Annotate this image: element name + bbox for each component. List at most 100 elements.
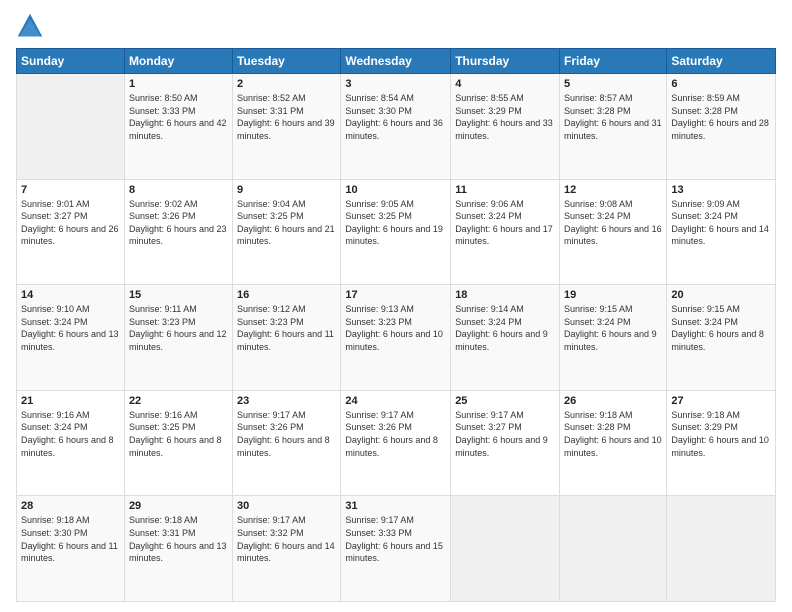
day-info: Sunrise: 9:17 AMSunset: 3:32 PMDaylight:… (237, 514, 336, 564)
week-row-3: 14 Sunrise: 9:10 AMSunset: 3:24 PMDaylig… (17, 285, 776, 391)
day-info: Sunrise: 9:17 AMSunset: 3:26 PMDaylight:… (237, 409, 336, 459)
calendar-header-row: SundayMondayTuesdayWednesdayThursdayFrid… (17, 49, 776, 74)
day-cell: 1 Sunrise: 8:50 AMSunset: 3:33 PMDayligh… (124, 74, 232, 180)
week-row-1: 1 Sunrise: 8:50 AMSunset: 3:33 PMDayligh… (17, 74, 776, 180)
header-tuesday: Tuesday (233, 49, 341, 74)
day-info: Sunrise: 9:18 AMSunset: 3:29 PMDaylight:… (671, 409, 771, 459)
day-number: 30 (237, 500, 336, 512)
day-number: 20 (671, 289, 771, 301)
day-info: Sunrise: 9:11 AMSunset: 3:23 PMDaylight:… (129, 303, 228, 353)
day-number: 7 (21, 184, 120, 196)
day-info: Sunrise: 9:18 AMSunset: 3:28 PMDaylight:… (564, 409, 662, 459)
day-cell: 9 Sunrise: 9:04 AMSunset: 3:25 PMDayligh… (233, 179, 341, 285)
day-cell: 31 Sunrise: 9:17 AMSunset: 3:33 PMDaylig… (341, 496, 451, 602)
day-cell (451, 496, 560, 602)
header (16, 12, 776, 40)
day-cell: 20 Sunrise: 9:15 AMSunset: 3:24 PMDaylig… (667, 285, 776, 391)
day-info: Sunrise: 9:16 AMSunset: 3:24 PMDaylight:… (21, 409, 120, 459)
day-number: 31 (345, 500, 446, 512)
day-number: 17 (345, 289, 446, 301)
header-friday: Friday (560, 49, 667, 74)
day-info: Sunrise: 8:50 AMSunset: 3:33 PMDaylight:… (129, 92, 228, 142)
day-number: 5 (564, 78, 662, 90)
day-number: 11 (455, 184, 555, 196)
day-number: 14 (21, 289, 120, 301)
day-info: Sunrise: 9:18 AMSunset: 3:30 PMDaylight:… (21, 514, 120, 564)
week-row-2: 7 Sunrise: 9:01 AMSunset: 3:27 PMDayligh… (17, 179, 776, 285)
day-number: 2 (237, 78, 336, 90)
day-info: Sunrise: 8:54 AMSunset: 3:30 PMDaylight:… (345, 92, 446, 142)
day-number: 18 (455, 289, 555, 301)
day-cell: 3 Sunrise: 8:54 AMSunset: 3:30 PMDayligh… (341, 74, 451, 180)
day-cell: 16 Sunrise: 9:12 AMSunset: 3:23 PMDaylig… (233, 285, 341, 391)
day-cell: 8 Sunrise: 9:02 AMSunset: 3:26 PMDayligh… (124, 179, 232, 285)
day-cell (17, 74, 125, 180)
day-number: 27 (671, 395, 771, 407)
day-number: 12 (564, 184, 662, 196)
day-cell: 7 Sunrise: 9:01 AMSunset: 3:27 PMDayligh… (17, 179, 125, 285)
day-info: Sunrise: 9:17 AMSunset: 3:27 PMDaylight:… (455, 409, 555, 459)
day-info: Sunrise: 9:10 AMSunset: 3:24 PMDaylight:… (21, 303, 120, 353)
day-cell: 18 Sunrise: 9:14 AMSunset: 3:24 PMDaylig… (451, 285, 560, 391)
logo-icon (16, 12, 44, 40)
day-info: Sunrise: 9:12 AMSunset: 3:23 PMDaylight:… (237, 303, 336, 353)
day-number: 23 (237, 395, 336, 407)
day-info: Sunrise: 9:06 AMSunset: 3:24 PMDaylight:… (455, 198, 555, 248)
day-info: Sunrise: 8:52 AMSunset: 3:31 PMDaylight:… (237, 92, 336, 142)
header-sunday: Sunday (17, 49, 125, 74)
day-number: 25 (455, 395, 555, 407)
day-cell: 22 Sunrise: 9:16 AMSunset: 3:25 PMDaylig… (124, 390, 232, 496)
header-thursday: Thursday (451, 49, 560, 74)
day-info: Sunrise: 9:02 AMSunset: 3:26 PMDaylight:… (129, 198, 228, 248)
day-number: 4 (455, 78, 555, 90)
day-cell: 21 Sunrise: 9:16 AMSunset: 3:24 PMDaylig… (17, 390, 125, 496)
day-cell: 24 Sunrise: 9:17 AMSunset: 3:26 PMDaylig… (341, 390, 451, 496)
day-cell: 30 Sunrise: 9:17 AMSunset: 3:32 PMDaylig… (233, 496, 341, 602)
day-cell (667, 496, 776, 602)
day-info: Sunrise: 9:16 AMSunset: 3:25 PMDaylight:… (129, 409, 228, 459)
day-cell: 28 Sunrise: 9:18 AMSunset: 3:30 PMDaylig… (17, 496, 125, 602)
day-cell: 19 Sunrise: 9:15 AMSunset: 3:24 PMDaylig… (560, 285, 667, 391)
day-number: 22 (129, 395, 228, 407)
day-cell: 27 Sunrise: 9:18 AMSunset: 3:29 PMDaylig… (667, 390, 776, 496)
day-cell: 10 Sunrise: 9:05 AMSunset: 3:25 PMDaylig… (341, 179, 451, 285)
day-info: Sunrise: 9:15 AMSunset: 3:24 PMDaylight:… (671, 303, 771, 353)
day-cell: 23 Sunrise: 9:17 AMSunset: 3:26 PMDaylig… (233, 390, 341, 496)
day-number: 10 (345, 184, 446, 196)
day-info: Sunrise: 8:57 AMSunset: 3:28 PMDaylight:… (564, 92, 662, 142)
day-info: Sunrise: 9:14 AMSunset: 3:24 PMDaylight:… (455, 303, 555, 353)
day-cell: 15 Sunrise: 9:11 AMSunset: 3:23 PMDaylig… (124, 285, 232, 391)
day-number: 24 (345, 395, 446, 407)
day-info: Sunrise: 9:08 AMSunset: 3:24 PMDaylight:… (564, 198, 662, 248)
day-info: Sunrise: 8:59 AMSunset: 3:28 PMDaylight:… (671, 92, 771, 142)
day-cell: 17 Sunrise: 9:13 AMSunset: 3:23 PMDaylig… (341, 285, 451, 391)
day-number: 6 (671, 78, 771, 90)
calendar-table: SundayMondayTuesdayWednesdayThursdayFrid… (16, 48, 776, 602)
day-number: 16 (237, 289, 336, 301)
day-info: Sunrise: 9:04 AMSunset: 3:25 PMDaylight:… (237, 198, 336, 248)
day-cell: 5 Sunrise: 8:57 AMSunset: 3:28 PMDayligh… (560, 74, 667, 180)
day-cell: 29 Sunrise: 9:18 AMSunset: 3:31 PMDaylig… (124, 496, 232, 602)
day-cell: 4 Sunrise: 8:55 AMSunset: 3:29 PMDayligh… (451, 74, 560, 180)
day-cell (560, 496, 667, 602)
day-number: 3 (345, 78, 446, 90)
day-cell: 14 Sunrise: 9:10 AMSunset: 3:24 PMDaylig… (17, 285, 125, 391)
logo (16, 12, 48, 40)
day-info: Sunrise: 9:15 AMSunset: 3:24 PMDaylight:… (564, 303, 662, 353)
page: SundayMondayTuesdayWednesdayThursdayFrid… (0, 0, 792, 612)
header-wednesday: Wednesday (341, 49, 451, 74)
day-number: 21 (21, 395, 120, 407)
day-cell: 12 Sunrise: 9:08 AMSunset: 3:24 PMDaylig… (560, 179, 667, 285)
day-cell: 2 Sunrise: 8:52 AMSunset: 3:31 PMDayligh… (233, 74, 341, 180)
day-info: Sunrise: 9:01 AMSunset: 3:27 PMDaylight:… (21, 198, 120, 248)
day-info: Sunrise: 9:13 AMSunset: 3:23 PMDaylight:… (345, 303, 446, 353)
day-number: 26 (564, 395, 662, 407)
day-cell: 26 Sunrise: 9:18 AMSunset: 3:28 PMDaylig… (560, 390, 667, 496)
day-info: Sunrise: 9:17 AMSunset: 3:33 PMDaylight:… (345, 514, 446, 564)
header-saturday: Saturday (667, 49, 776, 74)
day-info: Sunrise: 9:09 AMSunset: 3:24 PMDaylight:… (671, 198, 771, 248)
day-number: 19 (564, 289, 662, 301)
week-row-4: 21 Sunrise: 9:16 AMSunset: 3:24 PMDaylig… (17, 390, 776, 496)
day-cell: 25 Sunrise: 9:17 AMSunset: 3:27 PMDaylig… (451, 390, 560, 496)
day-number: 9 (237, 184, 336, 196)
